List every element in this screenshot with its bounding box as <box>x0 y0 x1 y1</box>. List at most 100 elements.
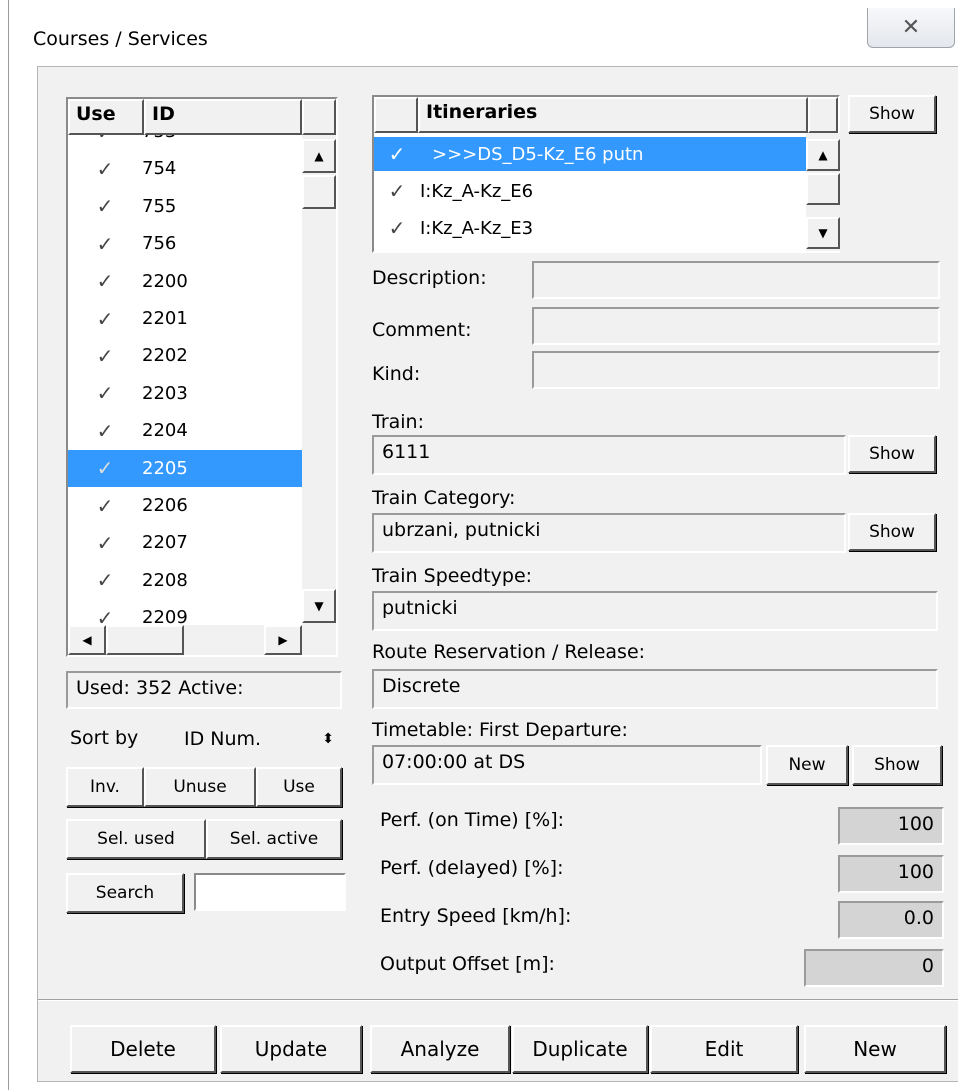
scroll-left-button[interactable]: ◀ <box>68 625 106 655</box>
timetable-new-button[interactable]: New <box>766 745 848 785</box>
scroll-down-button[interactable]: ▼ <box>302 589 336 623</box>
course-row[interactable]: ✓ 754 <box>68 150 302 187</box>
course-id: 2208 <box>142 569 188 591</box>
new-button[interactable]: New <box>804 1025 946 1073</box>
itineraries-scroll-down[interactable]: ▼ <box>806 217 840 249</box>
checkmark-icon[interactable]: ✓ <box>374 216 420 240</box>
itineraries-scrollbar[interactable]: ▲ ▼ <box>806 133 840 251</box>
duplicate-button[interactable]: Duplicate <box>512 1025 648 1073</box>
course-row[interactable]: ✓ 756 <box>68 225 302 262</box>
output-offset-field[interactable]: 0 <box>804 949 944 987</box>
course-row[interactable]: ✓753 <box>68 135 302 150</box>
close-button[interactable]: ✕ <box>867 8 955 48</box>
horizontal-scroll-thumb[interactable] <box>106 625 184 655</box>
analyze-button[interactable]: Analyze <box>370 1025 510 1073</box>
invert-button[interactable]: Inv. <box>66 767 144 807</box>
perf-delayed-field[interactable]: 100 <box>838 855 944 893</box>
itineraries-list[interactable]: Itineraries ✓ >>>DS_D5-Kz_E6 putn ✓ I:Kz_A-… <box>372 95 840 253</box>
comment-field[interactable] <box>532 307 940 345</box>
perf-on-time-label: Perf. (on Time) [%]: <box>380 809 565 831</box>
perf-on-time-field[interactable]: 100 <box>838 807 944 845</box>
train-field[interactable]: 6111 <box>372 435 846 475</box>
checkmark-icon[interactable]: ✓ <box>68 419 142 443</box>
checkmark-icon[interactable]: ✓ <box>68 307 142 331</box>
timetable-field[interactable]: 07:00:00 at DS <box>372 745 762 785</box>
train-category-show-button[interactable]: Show <box>848 513 936 551</box>
course-list[interactable]: Use ID ✓753✓754✓755✓756✓2200✓2201✓2202✓2… <box>66 97 338 657</box>
kind-field[interactable] <box>532 351 940 389</box>
course-rows: ✓753✓754✓755✓756✓2200✓2201✓2202✓2203✓220… <box>68 135 302 625</box>
course-row[interactable]: ✓ 2202 <box>68 337 302 374</box>
edit-button[interactable]: Edit <box>650 1025 798 1073</box>
checkmark-icon[interactable]: ✓ <box>68 381 142 405</box>
itineraries-header[interactable]: Itineraries <box>418 97 808 133</box>
description-field[interactable] <box>532 261 940 299</box>
scroll-thumb[interactable] <box>302 175 336 209</box>
scroll-right-button[interactable]: ▶ <box>264 625 302 655</box>
itinerary-row[interactable]: ✓ >>>DS_D5-Kz_E6 putn <box>374 137 806 171</box>
train-label: Train: <box>372 411 424 433</box>
column-header-id[interactable]: ID <box>144 99 302 135</box>
delete-button[interactable]: Delete <box>70 1025 216 1073</box>
entry-speed-field[interactable]: 0.0 <box>838 901 944 939</box>
course-row[interactable]: ✓ 2205 <box>68 449 302 487</box>
itineraries-scroll-thumb[interactable] <box>806 173 840 205</box>
checkmark-icon[interactable]: ✓ <box>68 531 142 555</box>
column-header-spacer <box>302 99 336 135</box>
course-row[interactable]: ✓ 2204 <box>68 412 302 449</box>
train-show-button[interactable]: Show <box>848 435 936 473</box>
train-category-label: Train Category: <box>372 487 516 509</box>
itinerary-row[interactable]: ✓ I:Kz_A-Kz_E3 <box>374 211 806 245</box>
description-label: Description: <box>372 267 487 289</box>
course-id: 2201 <box>142 308 188 329</box>
usage-status: Used: 352 Active: <box>66 671 342 709</box>
checkmark-icon[interactable]: ✓ <box>68 456 142 480</box>
course-id: 2207 <box>142 532 188 554</box>
itineraries-show-button[interactable]: Show <box>848 95 936 133</box>
arrow-left-icon: ◀ <box>82 633 92 647</box>
search-input[interactable] <box>194 873 346 911</box>
checkmark-icon[interactable]: ✓ <box>68 157 142 181</box>
select-active-button[interactable]: Sel. active <box>206 819 342 859</box>
checkmark-icon[interactable]: ✓ <box>68 494 142 518</box>
course-row[interactable]: ✓ 2206 <box>68 487 302 524</box>
course-row[interactable]: ✓ 2201 <box>68 300 302 337</box>
train-category-field[interactable]: ubrzani, putnicki <box>372 513 846 553</box>
train-speedtype-field[interactable]: putnicki <box>372 591 938 631</box>
vertical-scrollbar[interactable]: ▲ ▼ <box>302 135 336 625</box>
checkmark-icon[interactable]: ✓ <box>68 135 142 144</box>
course-row[interactable]: ✓ 2207 <box>68 524 302 561</box>
course-row[interactable]: ✓ 2203 <box>68 375 302 412</box>
sort-value: ID Num. <box>184 728 262 750</box>
itineraries-header-check <box>374 97 418 133</box>
unuse-button[interactable]: Unuse <box>144 767 256 807</box>
perf-delayed-label: Perf. (delayed) [%]: <box>380 857 564 879</box>
checkmark-icon[interactable]: ✓ <box>68 344 142 368</box>
course-id: 2205 <box>142 457 188 479</box>
course-row[interactable]: ✓ 755 <box>68 188 302 225</box>
course-row[interactable]: ✓ 2208 <box>68 562 302 599</box>
select-used-button[interactable]: Sel. used <box>66 819 206 859</box>
checkmark-icon[interactable]: ✓ <box>68 606 142 625</box>
course-id: 2203 <box>142 382 188 404</box>
sort-select[interactable]: ID Num. ⬍ <box>174 721 344 757</box>
course-row[interactable]: ✓ 2200 <box>68 263 302 300</box>
scroll-up-button[interactable]: ▲ <box>302 139 336 173</box>
horizontal-scrollbar[interactable]: ◀ ▶ <box>68 625 336 655</box>
timetable-show-button[interactable]: Show <box>852 745 942 785</box>
course-row[interactable]: ✓ 2209 <box>68 599 302 625</box>
window-title: Courses / Services <box>33 28 208 50</box>
checkmark-icon[interactable]: ✓ <box>68 568 142 592</box>
search-button[interactable]: Search <box>66 873 184 913</box>
use-button[interactable]: Use <box>256 767 342 807</box>
checkmark-icon[interactable]: ✓ <box>68 232 142 256</box>
checkmark-icon[interactable]: ✓ <box>68 269 142 293</box>
itinerary-row[interactable]: ✓ I:Kz_A-Kz_E6 <box>374 174 806 208</box>
checkmark-icon[interactable]: ✓ <box>68 194 142 218</box>
itineraries-scroll-up[interactable]: ▲ <box>806 139 840 171</box>
checkmark-icon[interactable]: ✓ <box>374 179 420 203</box>
update-button[interactable]: Update <box>220 1025 362 1073</box>
route-reservation-field[interactable]: Discrete <box>372 669 938 709</box>
column-header-use[interactable]: Use <box>68 99 144 135</box>
checkmark-icon[interactable]: ✓ <box>374 142 420 166</box>
